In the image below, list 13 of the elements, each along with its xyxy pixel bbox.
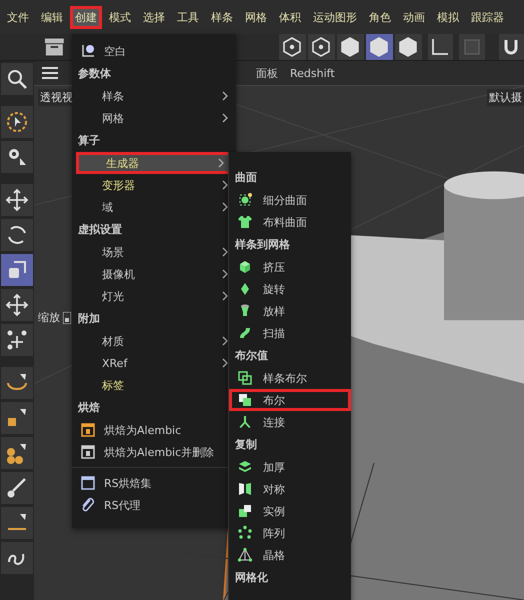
menu-section-header: 布尔值 [234,348,269,364]
menu-section-header: 样条到网格 [234,237,291,253]
menu-section-header: 网格化 [234,570,269,586]
menu-section-header: 复制 [234,437,258,453]
menu-section-header: 参数体 [77,66,112,82]
view-label: 透视视 [38,89,75,106]
camera-label: 默认摄 [487,89,524,106]
menu-section-header: 算子 [77,133,101,149]
menu-section-header: 曲面 [234,170,258,186]
menu-section-header: 烘焙 [76,400,101,416]
menu-section-header: 附加 [77,311,101,327]
zoom-label: 缩放 [38,310,60,325]
menu-section-header: 虚拟设置 [77,222,123,238]
